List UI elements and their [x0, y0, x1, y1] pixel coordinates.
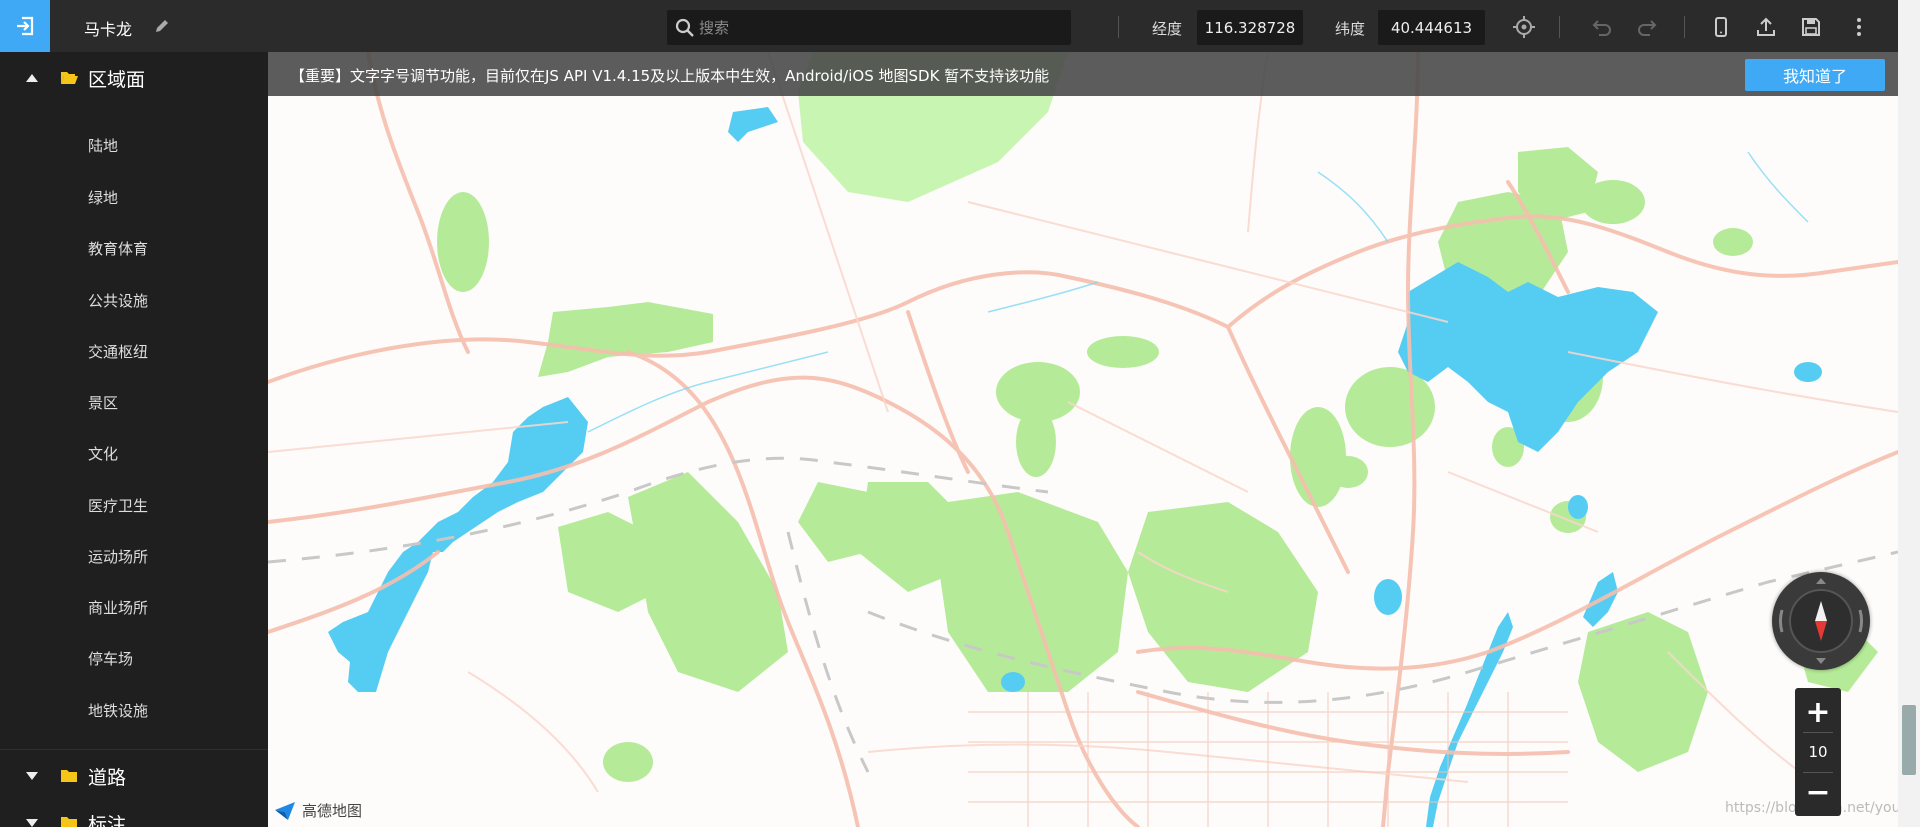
zoom-level: 10: [1808, 743, 1828, 761]
map-brand: 高德地图: [274, 800, 362, 821]
layer-item-culture[interactable]: 文化: [88, 443, 118, 464]
save-icon[interactable]: [1798, 14, 1824, 40]
compass-control[interactable]: [1772, 572, 1870, 670]
phone-icon[interactable]: [1708, 14, 1734, 40]
zoom-control: + 10 −: [1795, 688, 1841, 816]
layer-item-transport[interactable]: 交通枢纽: [88, 341, 148, 362]
layer-item-scenic[interactable]: 景区: [88, 392, 118, 413]
page-title: 马卡龙: [84, 20, 133, 39]
layer-item-public[interactable]: 公共设施: [88, 290, 148, 311]
search-input[interactable]: [699, 18, 1059, 37]
group-label: 标注: [88, 813, 127, 827]
layer-item-parking[interactable]: 停车场: [88, 648, 133, 669]
group-label: 道路: [88, 766, 127, 789]
layer-item-green[interactable]: 绿地: [88, 187, 118, 208]
notice-banner: 【重要】文字字号调节功能，目前仅在JS API V1.4.15及以上版本中生效，…: [268, 52, 1898, 96]
layer-sidebar: 区域面 陆地 绿地 教育体育 公共设施 交通枢纽 景区 文化 医疗卫生 运动场所…: [0, 52, 268, 827]
search-box[interactable]: [667, 10, 1071, 45]
upload-icon[interactable]: [1753, 14, 1779, 40]
layer-item-sports[interactable]: 运动场所: [88, 546, 148, 567]
exit-icon: [17, 16, 34, 36]
redo-icon[interactable]: [1634, 14, 1660, 40]
search-icon: [675, 18, 694, 37]
notice-text: 【重要】文字字号调节功能，目前仅在JS API V1.4.15及以上版本中生效，…: [290, 67, 1050, 85]
layer-item-education[interactable]: 教育体育: [88, 238, 148, 259]
group-header-label[interactable]: 标注: [0, 797, 268, 827]
divider: [1559, 16, 1560, 38]
divider: [1684, 16, 1685, 38]
layer-item-commercial[interactable]: 商业场所: [88, 597, 148, 618]
top-bar: 马卡龙 经度 116.328728 纬度 40.444613: [0, 0, 1898, 52]
zoom-in-button[interactable]: +: [1795, 694, 1841, 730]
divider: [1118, 16, 1119, 38]
divider: [1803, 732, 1833, 733]
compass-icon: [1779, 578, 1863, 664]
locate-icon[interactable]: [1511, 14, 1537, 40]
folder-icon: [61, 770, 77, 782]
amap-logo-icon: [275, 801, 295, 820]
group-header-region[interactable]: 区域面: [0, 52, 268, 104]
layer-item-land[interactable]: 陆地: [88, 135, 118, 156]
expand-arrow-icon: [26, 772, 38, 780]
latitude-label: 纬度: [1335, 20, 1366, 38]
group-label: 区域面: [88, 68, 146, 91]
longitude-label: 经度: [1152, 20, 1183, 38]
divider: [1803, 772, 1833, 773]
layer-item-medical[interactable]: 医疗卫生: [88, 495, 148, 516]
folder-icon: [61, 817, 77, 827]
more-icon[interactable]: [1846, 14, 1872, 40]
latitude-value[interactable]: 40.444613: [1378, 10, 1485, 45]
exit-button[interactable]: [0, 0, 50, 52]
group-header-road[interactable]: 道路: [0, 750, 268, 802]
layer-item-subway[interactable]: 地铁设施: [88, 700, 148, 721]
longitude-value[interactable]: 116.328728: [1197, 10, 1303, 45]
map-tiles: [268, 52, 1898, 827]
page-scrollbar[interactable]: [1898, 0, 1920, 827]
undo-icon[interactable]: [1589, 14, 1615, 40]
dismiss-notice-button[interactable]: 我知道了: [1745, 59, 1885, 91]
expand-arrow-icon: [26, 819, 38, 827]
brand-name: 高德地图: [302, 802, 363, 820]
scrollbar-thumb[interactable]: [1902, 705, 1916, 775]
map-canvas[interactable]: 【重要】文字字号调节功能，目前仅在JS API V1.4.15及以上版本中生效，…: [268, 52, 1898, 827]
collapse-arrow-icon: [26, 74, 38, 82]
pencil-icon[interactable]: [154, 18, 170, 38]
folder-open-icon: [61, 72, 78, 84]
zoom-out-button[interactable]: −: [1795, 774, 1841, 810]
